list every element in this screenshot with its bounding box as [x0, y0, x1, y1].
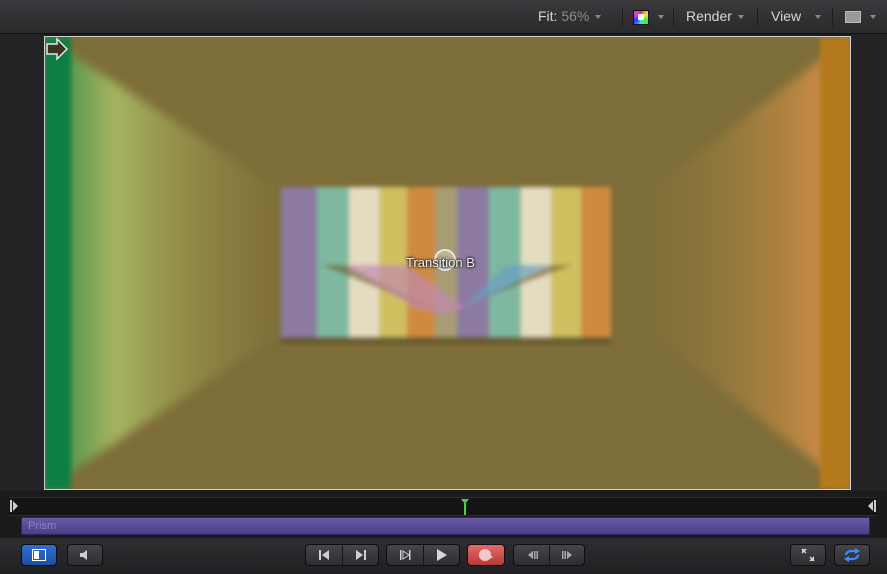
play-range-end-icon — [868, 501, 873, 511]
chevron-down-icon — [815, 15, 822, 20]
fit-label: Fit: — [538, 8, 558, 24]
color-channels-icon[interactable] — [633, 10, 649, 25]
chevron-down-icon[interactable] — [870, 15, 876, 19]
canvas-left-margin — [0, 34, 44, 491]
viewer-toolbar: Fit: 56% Render View — [0, 0, 887, 34]
go-to-end-icon — [356, 550, 366, 560]
clip-label: Prism — [28, 520, 57, 532]
fullscreen-button[interactable] — [790, 544, 826, 566]
play-range-end-marker[interactable] — [874, 500, 876, 512]
transport-controls — [0, 538, 887, 574]
toolbar-divider — [673, 8, 674, 26]
play-icon — [437, 549, 447, 561]
previous-frame-icon — [527, 551, 538, 559]
audio-mute-button[interactable] — [67, 544, 103, 566]
chevron-down-icon — [737, 15, 744, 20]
render-label: Render — [686, 8, 732, 24]
play-range-start-marker[interactable] — [10, 500, 12, 512]
fit-value: 56% — [561, 8, 590, 24]
fit-zoom-menu[interactable]: Fit: 56% — [538, 0, 602, 33]
chevron-down-icon — [595, 15, 602, 20]
go-to-end-button[interactable] — [343, 545, 379, 565]
toolbar-divider — [622, 8, 623, 26]
toolbar-divider — [832, 8, 833, 26]
fullscreen-icon — [801, 548, 815, 562]
play-from-start-button[interactable] — [387, 545, 423, 565]
play-button[interactable] — [424, 545, 460, 565]
transition-direction-arrow-icon[interactable] — [45, 37, 69, 61]
toolbar-divider — [757, 8, 758, 26]
next-frame-button[interactable] — [550, 545, 585, 565]
render-menu[interactable]: Render — [686, 0, 744, 33]
next-frame-icon — [561, 551, 572, 559]
chevron-down-icon[interactable] — [658, 15, 664, 19]
mini-timeline[interactable] — [9, 497, 877, 516]
canvas-right-margin — [851, 34, 887, 491]
transition-label: Transition B — [406, 255, 475, 270]
audio-mute-icon — [80, 550, 87, 560]
view-layout-icon[interactable] — [845, 11, 861, 23]
loop-button[interactable] — [834, 544, 870, 566]
record-icon — [479, 549, 493, 561]
view-menu[interactable]: View — [771, 0, 822, 33]
timeline-clip-bar[interactable]: Prism — [21, 517, 870, 535]
playhead-icon[interactable] — [460, 498, 470, 515]
go-to-start-icon — [319, 550, 329, 560]
show-hide-timeline-icon — [32, 549, 46, 561]
go-to-start-end-group — [305, 544, 379, 566]
play-group — [386, 544, 460, 566]
record-button[interactable] — [467, 544, 505, 566]
play-range-start-icon — [13, 501, 18, 511]
viewer-canvas[interactable]: Transition B — [44, 36, 851, 490]
show-hide-timeline-button[interactable] — [21, 544, 57, 566]
play-from-start-icon — [400, 550, 411, 560]
view-label: View — [771, 8, 802, 24]
previous-frame-button[interactable] — [514, 545, 549, 565]
go-to-start-button[interactable] — [306, 545, 342, 565]
frame-step-group — [513, 544, 585, 566]
loop-icon — [844, 548, 860, 562]
